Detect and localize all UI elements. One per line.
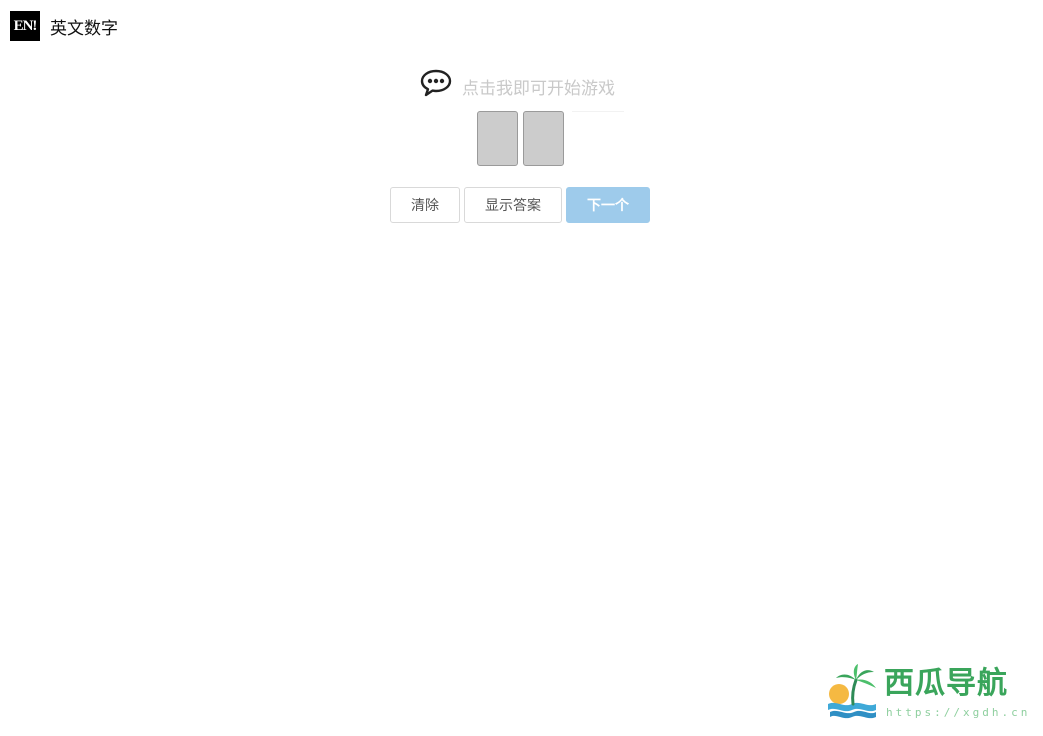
watermark-url: https://xgdh.cn (886, 706, 1031, 719)
page: EN! 英文数字 点击我即可开始游戏 清除 显示答案 下一个 西瓜导航 http… (0, 0, 1043, 736)
letter-boxes (477, 111, 564, 166)
clear-button[interactable]: 清除 (390, 187, 460, 223)
page-title: 英文数字 (50, 18, 118, 39)
letter-box[interactable] (523, 111, 564, 166)
header: EN! 英文数字 (10, 10, 118, 42)
prompt-underline (572, 111, 624, 112)
palm-island-logo-icon (828, 664, 876, 719)
show-answer-button[interactable]: 显示答案 (464, 187, 562, 223)
letter-box[interactable] (477, 111, 518, 166)
start-game-prompt[interactable]: 点击我即可开始游戏 (420, 68, 615, 99)
action-buttons: 清除 显示答案 下一个 (390, 187, 650, 223)
watermark: 西瓜导航 https://xgdh.cn (826, 664, 1027, 724)
watermark-brand: 西瓜导航 (884, 666, 1008, 701)
next-button[interactable]: 下一个 (566, 187, 650, 223)
start-game-text[interactable]: 点击我即可开始游戏 (462, 74, 615, 99)
chat-bubble-icon (420, 69, 452, 97)
app-logo[interactable]: EN! (10, 11, 40, 41)
